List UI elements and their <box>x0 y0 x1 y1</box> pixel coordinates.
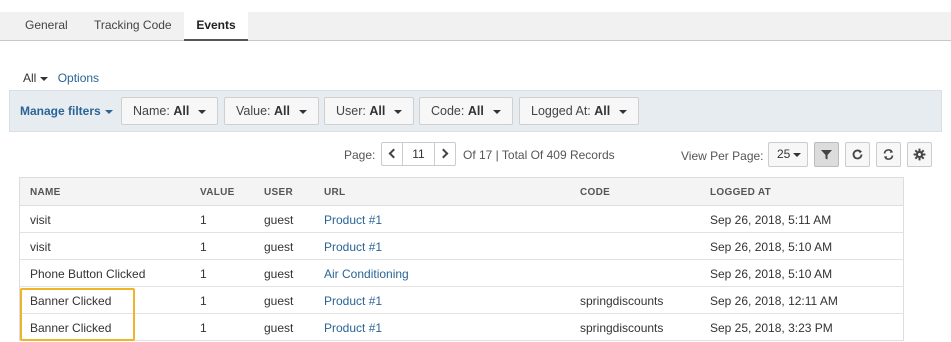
cell-value: 1 <box>200 267 207 281</box>
filter-value: All <box>274 104 290 118</box>
filter-label: Name: <box>133 104 170 118</box>
table-row: Phone Button Clicked 1 guest Air Conditi… <box>19 260 904 287</box>
filter-value-button[interactable]: Value: All <box>224 97 319 125</box>
cell-logged-at: Sep 26, 2018, 5:11 AM <box>710 213 832 227</box>
table-row: visit 1 guest Product #1 Sep 26, 2018, 5… <box>19 233 904 260</box>
cell-value: 1 <box>200 213 207 227</box>
cell-name: Banner Clicked <box>30 294 112 308</box>
filter-icon <box>821 150 832 160</box>
filter-value: All <box>467 104 484 118</box>
tab-events[interactable]: Events <box>184 12 248 41</box>
cell-user: guest <box>264 294 294 308</box>
caret-down-icon <box>40 76 49 81</box>
filter-value: All <box>369 104 386 118</box>
caret-down-icon <box>619 109 628 114</box>
tab-general[interactable]: General <box>25 12 68 40</box>
cell-code: springdiscounts <box>580 321 664 335</box>
filter-bar: Manage filters Name: All Value: All User… <box>9 90 942 132</box>
cell-name: Phone Button Clicked <box>30 267 146 281</box>
settings-button[interactable] <box>907 142 932 167</box>
caret-down-icon <box>394 109 403 114</box>
cell-value: 1 <box>200 294 207 308</box>
cell-url-link[interactable]: Air Conditioning <box>324 267 409 281</box>
column-header-user[interactable]: USER <box>264 187 293 198</box>
next-page-button[interactable] <box>434 142 456 166</box>
column-header-url[interactable]: URL <box>324 187 345 198</box>
cell-url-link[interactable]: Product #1 <box>324 294 382 308</box>
cell-logged-at: Sep 26, 2018, 5:10 AM <box>710 267 833 281</box>
cell-logged-at: Sep 26, 2018, 5:10 AM <box>710 240 833 254</box>
cell-code: springdiscounts <box>580 294 664 308</box>
manage-filters-label: Manage filters <box>20 104 101 118</box>
view-selector-row: All Options <box>23 71 99 85</box>
gear-icon <box>913 148 926 161</box>
filter-code-button[interactable]: Code: All <box>419 97 513 125</box>
tab-bar: General Tracking Code Events <box>0 12 951 41</box>
cell-url-link[interactable]: Product #1 <box>324 240 382 254</box>
all-dropdown[interactable]: All <box>23 71 49 85</box>
tab-tracking-code[interactable]: Tracking Code <box>94 12 172 40</box>
filter-toggle-button[interactable] <box>814 142 839 167</box>
filter-name-button[interactable]: Name: All <box>121 97 219 125</box>
per-page-value: 25 <box>777 147 791 161</box>
table-header: NAME VALUE USER URL CODE LOGGED AT <box>19 177 904 206</box>
filter-label: Code: <box>431 104 465 118</box>
caret-down-icon <box>298 109 307 114</box>
column-header-name[interactable]: NAME <box>30 187 61 198</box>
cell-logged-at: Sep 25, 2018, 3:23 PM <box>710 321 833 335</box>
filter-logged-at-button[interactable]: Logged At: All <box>519 97 640 125</box>
column-header-code[interactable]: CODE <box>580 187 610 198</box>
previous-page-button[interactable] <box>381 142 403 166</box>
per-page-select[interactable]: 25 <box>768 142 808 167</box>
all-label: All <box>23 71 37 85</box>
caret-down-icon <box>492 109 501 114</box>
page-label: Page: <box>344 148 376 162</box>
cell-user: guest <box>264 240 294 254</box>
chevron-left-icon <box>388 148 399 159</box>
cell-url-link[interactable]: Product #1 <box>324 321 382 335</box>
caret-down-icon <box>793 152 802 157</box>
manage-filters-dropdown[interactable]: Manage filters <box>20 104 113 118</box>
caret-down-icon <box>104 109 113 114</box>
table-row: Banner Clicked 1 guest Product #1 spring… <box>19 314 904 341</box>
sync-button[interactable] <box>876 142 901 167</box>
column-header-value[interactable]: VALUE <box>200 187 235 198</box>
table-row: visit 1 guest Product #1 Sep 26, 2018, 5… <box>19 206 904 233</box>
filter-label: User: <box>336 104 366 118</box>
filter-label: Logged At: <box>531 104 591 118</box>
cell-value: 1 <box>200 321 207 335</box>
sync-icon <box>883 149 894 160</box>
refresh-icon <box>852 149 863 160</box>
view-per-page-label: View Per Page: <box>681 149 764 163</box>
filter-value: All <box>173 104 190 118</box>
options-link[interactable]: Options <box>58 71 99 85</box>
table-row: Banner Clicked 1 guest Product #1 spring… <box>19 287 904 314</box>
records-summary: Of 17 | Total Of 409 Records <box>463 148 615 162</box>
cell-value: 1 <box>200 240 207 254</box>
filter-label: Value: <box>236 104 271 118</box>
cell-url-link[interactable]: Product #1 <box>324 213 382 227</box>
cell-name: visit <box>30 240 51 254</box>
filter-value: All <box>594 104 611 118</box>
chevron-right-icon <box>438 148 449 159</box>
cell-name: visit <box>30 213 51 227</box>
caret-down-icon <box>198 109 207 114</box>
cell-user: guest <box>264 321 294 335</box>
column-header-logged-at[interactable]: LOGGED AT <box>710 187 771 198</box>
cell-logged-at: Sep 26, 2018, 12:11 AM <box>710 294 838 308</box>
page-number-input[interactable]: 11 <box>402 142 435 166</box>
cell-user: guest <box>264 267 294 281</box>
cell-name: Banner Clicked <box>30 321 112 335</box>
refresh-button[interactable] <box>845 142 870 167</box>
filter-user-button[interactable]: User: All <box>324 97 415 125</box>
cell-user: guest <box>264 213 294 227</box>
